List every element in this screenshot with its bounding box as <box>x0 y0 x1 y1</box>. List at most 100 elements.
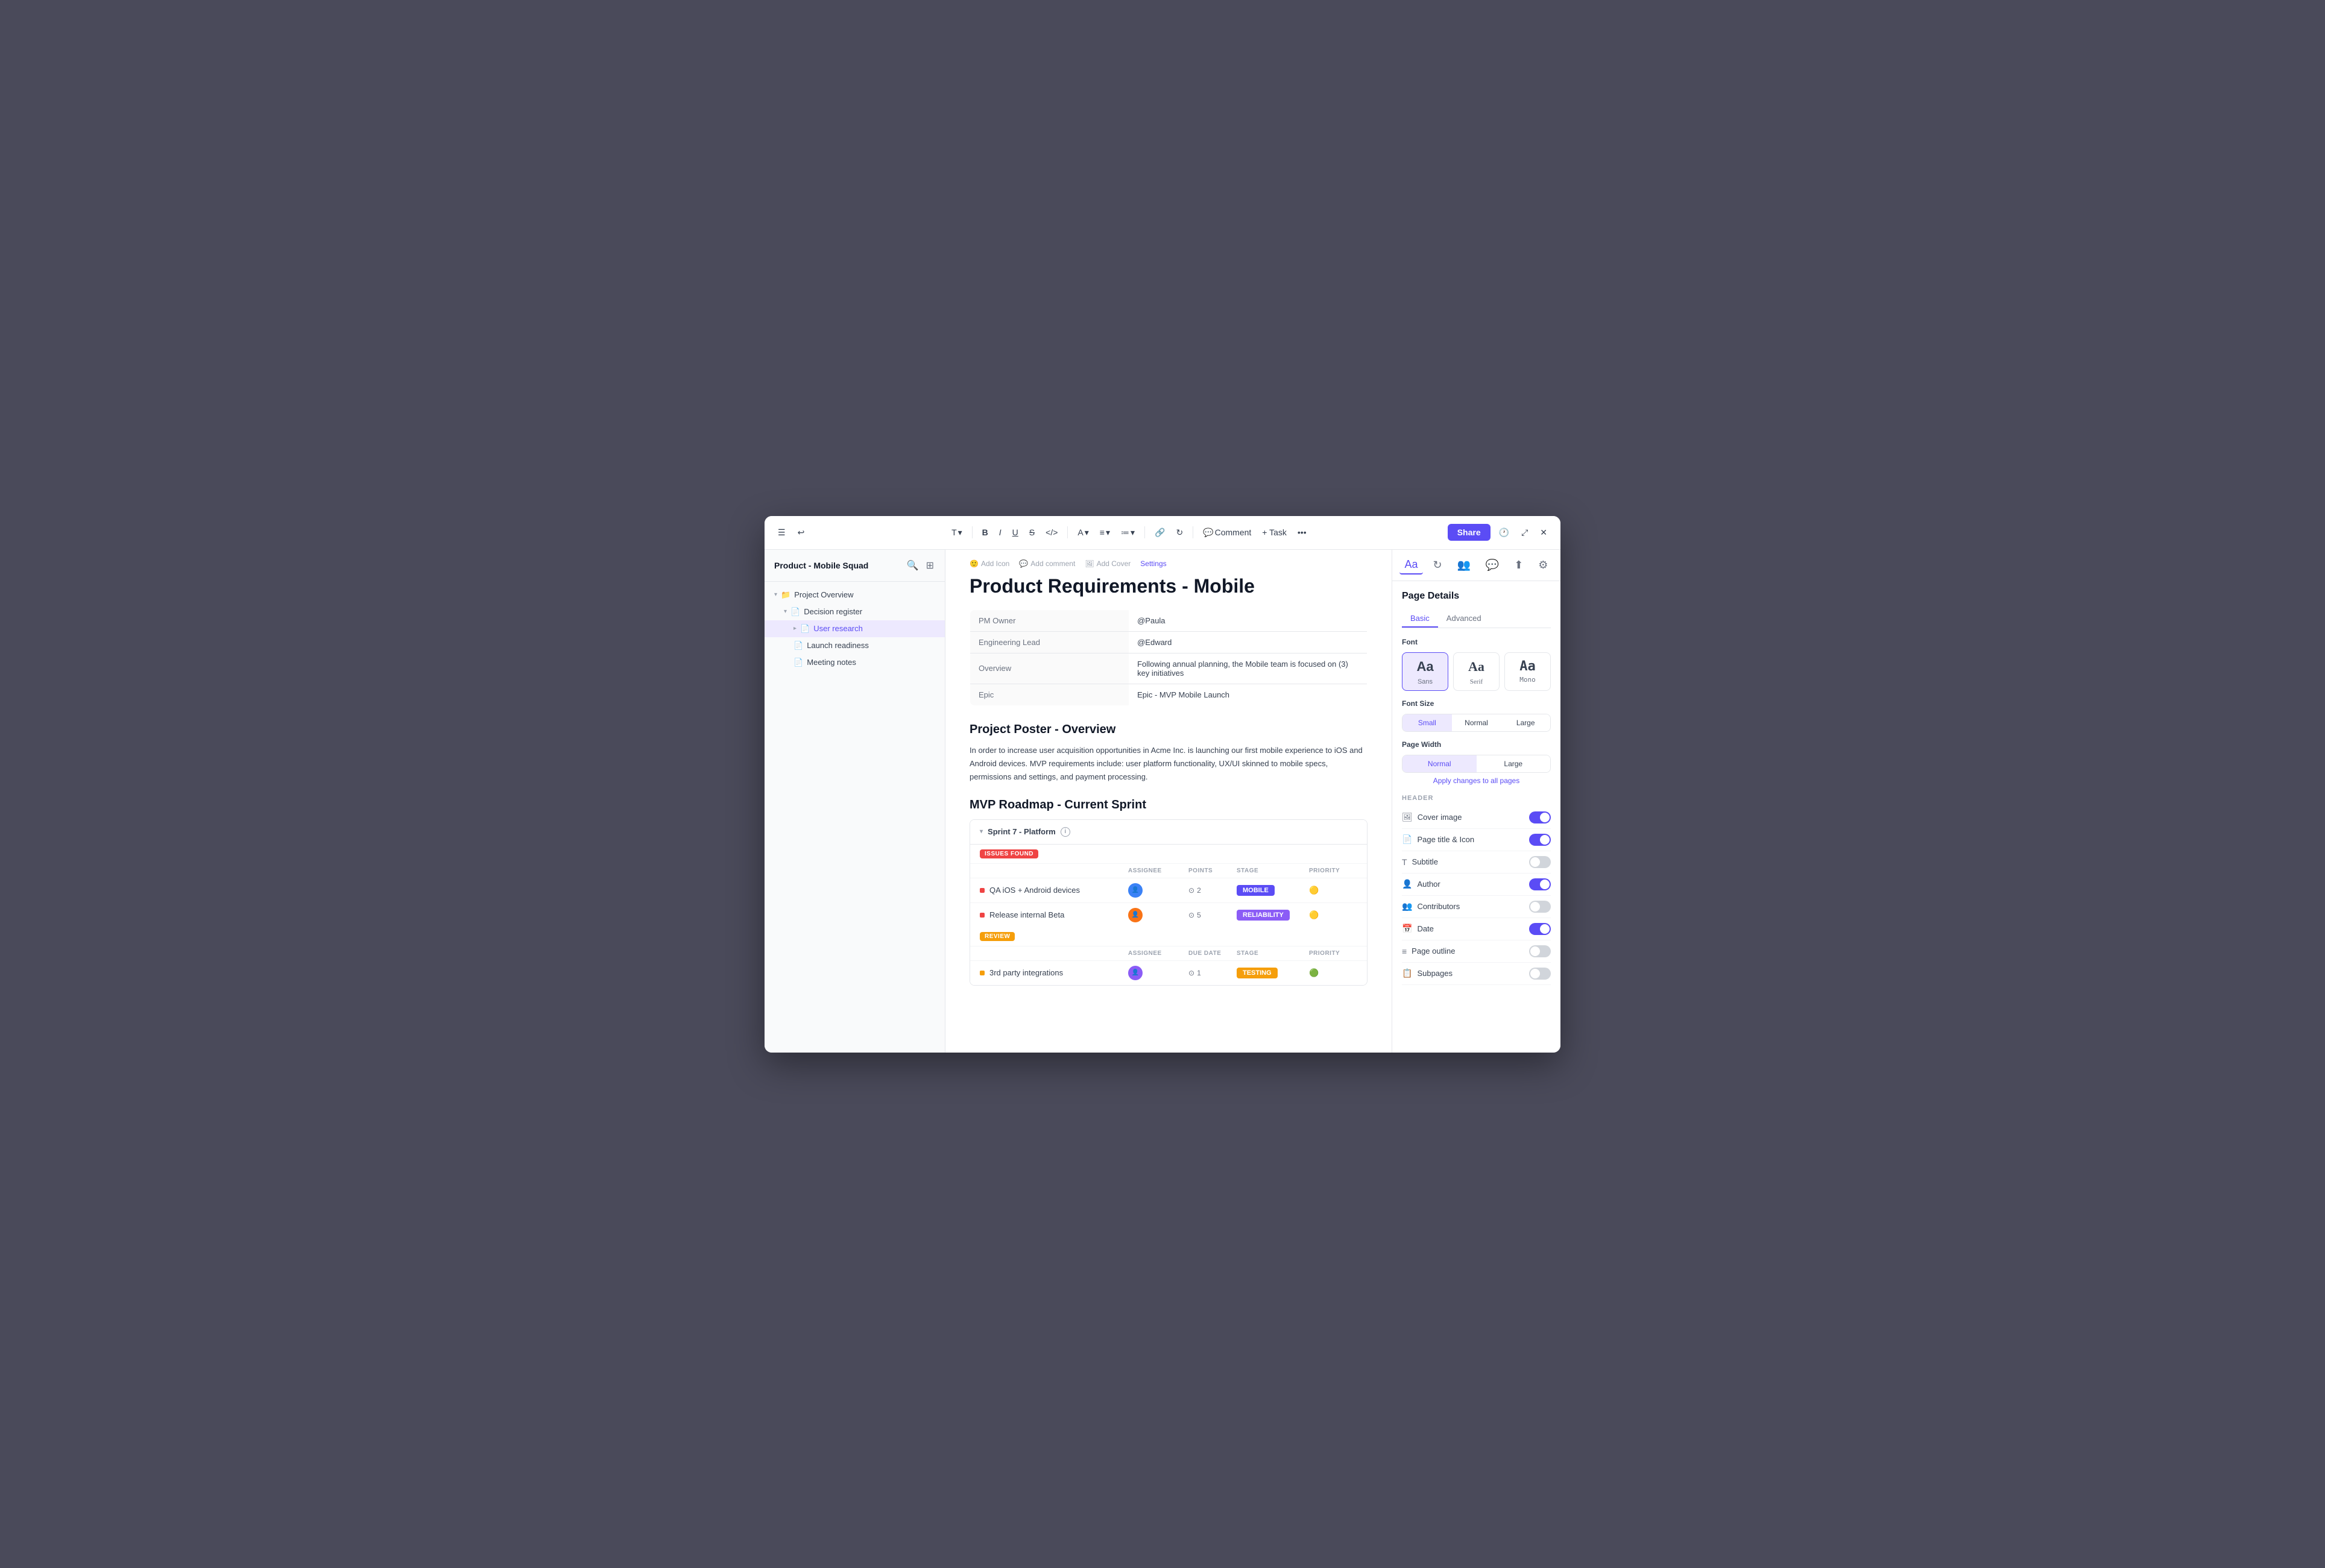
undo-button[interactable]: ↩ <box>794 525 809 540</box>
right-panel: Aa ↻ 👥 💬 ⬆ ⚙ Page Details Basic Advanced… <box>1392 550 1560 1053</box>
more-button[interactable]: ••• <box>1294 525 1310 540</box>
layout-button[interactable]: ⊞ <box>925 558 935 573</box>
comment-button[interactable]: 💬 Comment <box>1199 525 1255 540</box>
tab-basic[interactable]: Basic <box>1402 610 1438 628</box>
sidebar-item-decision-register[interactable]: ▾ 📄 Decision register <box>765 603 945 620</box>
link-button[interactable]: 🔗 <box>1151 525 1169 540</box>
task-dot-red <box>980 913 985 918</box>
history-button[interactable]: 🕐 <box>1495 525 1513 540</box>
font-option-serif[interactable]: Aa Serif <box>1453 652 1500 691</box>
task-label: QA iOS + Android devices <box>989 886 1080 895</box>
align-chevron-icon: ▾ <box>1106 527 1110 538</box>
underline-button[interactable]: U <box>1009 525 1022 540</box>
add-comment-button[interactable]: 💬 Add comment <box>1019 559 1075 568</box>
bold-button[interactable]: B <box>979 525 992 540</box>
table-row: Engineering Lead @Edward <box>970 631 1368 653</box>
task-dot-yellow <box>980 971 985 975</box>
priority-cell: 🟡 <box>1309 886 1357 895</box>
undo-icon: ↩ <box>798 527 805 538</box>
italic-button[interactable]: I <box>995 525 1005 540</box>
toggle-subpages[interactable] <box>1529 968 1551 980</box>
code-button[interactable]: </> <box>1042 525 1061 540</box>
hamburger-button[interactable]: ☰ <box>774 525 789 540</box>
review-section: REVIEW ASSIGNEE DUE DATE STAGE PRIORITY … <box>970 927 1367 985</box>
points-cell: ⊙ 5 <box>1188 911 1237 919</box>
size-normal[interactable]: Normal <box>1452 714 1501 731</box>
doc-icon: 📄 <box>793 658 803 667</box>
font-options: Aa Sans Aa Serif Aa Mono <box>1402 652 1551 691</box>
section1-text: In order to increase user acquisition op… <box>970 744 1368 784</box>
task-button[interactable]: + Task <box>1258 525 1290 540</box>
toggle-row-subpages: 📋 Subpages <box>1402 963 1551 985</box>
points-value: 2 <box>1197 886 1201 895</box>
panel-tool-settings[interactable]: ⚙ <box>1533 556 1553 574</box>
sidebar-item-project-overview[interactable]: ▾ 📁 Project Overview <box>765 587 945 603</box>
search-button[interactable]: 🔍 <box>906 558 920 573</box>
sidebar-item-user-research[interactable]: ▸ 📄 User research <box>765 620 945 637</box>
panel-title: Page Details <box>1402 591 1551 602</box>
sprint-info-icon[interactable]: i <box>1061 827 1070 837</box>
col-duedate-2: DUE DATE <box>1188 950 1237 957</box>
toggle-page-title[interactable] <box>1529 834 1551 846</box>
sidebar-item-launch-readiness[interactable]: 📄 Launch readiness <box>765 637 945 654</box>
tab-advanced[interactable]: Advanced <box>1438 610 1490 628</box>
apply-changes-link[interactable]: Apply changes to all pages <box>1402 776 1551 785</box>
info-table: PM Owner @Paula Engineering Lead @Edward… <box>970 609 1368 706</box>
loop-button[interactable]: ↻ <box>1172 525 1187 540</box>
task-label: Release internal Beta <box>989 910 1064 919</box>
toggle-date[interactable] <box>1529 923 1551 935</box>
width-large[interactable]: Large <box>1477 755 1551 772</box>
add-cover-button[interactable]: 🖼 Add Cover <box>1085 559 1131 568</box>
toggle-row-contributors: 👥 Contributors <box>1402 896 1551 918</box>
panel-tool-collab[interactable]: 👥 <box>1453 556 1475 574</box>
panel-tool-typography[interactable]: Aa <box>1399 556 1422 575</box>
sidebar-nav: ▾ 📁 Project Overview ▾ 📄 Decision regist… <box>765 582 945 676</box>
priority-flag-green: 🟢 <box>1309 968 1319 977</box>
toggle-contributors[interactable] <box>1529 901 1551 913</box>
toolbar: ☰ ↩ T ▾ B I U S </> A ▾ ≡ ▾ <box>765 516 1560 550</box>
panel-tool-refresh[interactable]: ↻ <box>1428 556 1446 574</box>
section1-heading: Project Poster - Overview <box>970 723 1368 737</box>
stage-cell: RELIABILITY <box>1237 910 1309 921</box>
add-icon-button[interactable]: 🙂 Add Icon <box>970 559 1009 568</box>
review-header-row: REVIEW <box>970 927 1367 946</box>
toggle-outline[interactable] <box>1529 945 1551 957</box>
panel-tool-chat[interactable]: 💬 <box>1481 556 1504 574</box>
toggle-label-page-title: 📄 Page title & Icon <box>1402 834 1474 845</box>
panel-tool-export[interactable]: ⬆ <box>1509 556 1528 574</box>
avatar: 👤 <box>1128 966 1143 980</box>
expand-button[interactable]: ⤢ <box>1518 525 1532 540</box>
toggle-label-date: 📅 Date <box>1402 924 1434 934</box>
toggle-text-date: Date <box>1417 924 1433 933</box>
toggle-author[interactable] <box>1529 878 1551 890</box>
toggle-label-cover: 🖼 Cover image <box>1402 812 1462 822</box>
subpages-icon: 📋 <box>1402 968 1412 978</box>
stage-badge-testing: TESTING <box>1237 968 1278 978</box>
font-option-mono[interactable]: Aa Mono <box>1504 652 1551 691</box>
size-large[interactable]: Large <box>1501 714 1550 731</box>
sidebar-header: Product - Mobile Squad 🔍 ⊞ <box>765 550 945 582</box>
close-button[interactable]: ✕ <box>1536 525 1551 540</box>
toggle-subtitle[interactable] <box>1529 856 1551 868</box>
font-color-button[interactable]: A ▾ <box>1074 525 1092 540</box>
size-small[interactable]: Small <box>1402 714 1452 731</box>
sprint-task-row: Release internal Beta 👤 ⊙ 5 RELIABILITY … <box>970 903 1367 927</box>
sidebar: Product - Mobile Squad 🔍 ⊞ ▾ 📁 Project O… <box>765 550 945 1053</box>
points-cell: ⊙ 2 <box>1188 886 1237 895</box>
header-section-title: HEADER <box>1402 795 1551 802</box>
strikethrough-button[interactable]: S <box>1026 525 1038 540</box>
font-option-sans[interactable]: Aa Sans <box>1402 652 1448 691</box>
separator-2 <box>1067 526 1068 538</box>
page-title-icon: 📄 <box>1402 834 1412 845</box>
share-button[interactable]: Share <box>1448 524 1491 541</box>
align-button[interactable]: ≡ ▾ <box>1096 525 1114 540</box>
width-normal[interactable]: Normal <box>1402 755 1477 772</box>
points-cell: ⊙ 1 <box>1188 969 1237 977</box>
sidebar-item-meeting-notes[interactable]: 📄 Meeting notes <box>765 654 945 671</box>
toggle-row-page-title: 📄 Page title & Icon <box>1402 829 1551 851</box>
text-style-button[interactable]: T ▾ <box>948 525 966 540</box>
list-button[interactable]: ≔ ▾ <box>1117 525 1138 540</box>
settings-button[interactable]: Settings <box>1140 559 1166 568</box>
toggle-text-outline: Page outline <box>1412 946 1455 956</box>
toggle-cover[interactable] <box>1529 811 1551 823</box>
